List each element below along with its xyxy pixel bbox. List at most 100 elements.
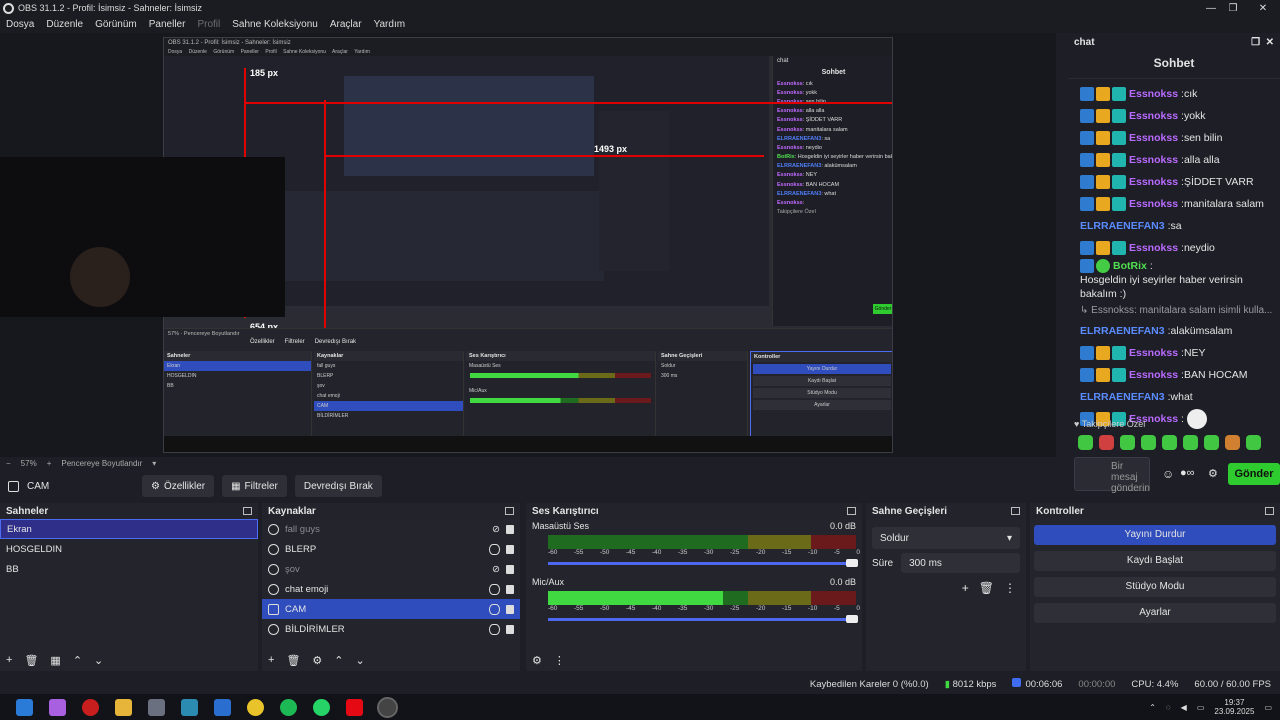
emote-icon[interactable] <box>1099 435 1114 450</box>
lock-icon[interactable] <box>506 604 514 614</box>
volume-knob[interactable] <box>846 559 858 567</box>
source-row[interactable]: şov ⊘ <box>262 559 520 579</box>
settings-gear-icon[interactable]: ⚙ <box>1208 467 1218 480</box>
emote-icon[interactable] <box>1183 435 1198 450</box>
trash-icon[interactable]: 🗑 <box>24 654 38 667</box>
menu-dosya[interactable]: Dosya <box>6 19 34 30</box>
eye-hidden-icon[interactable]: ⊘ <box>492 564 500 575</box>
emote-icon[interactable] <box>1120 435 1135 450</box>
chat-username[interactable]: Essnokss <box>1129 197 1178 211</box>
properties-button[interactable]: ⚙ Özellikler <box>142 475 215 497</box>
eye-hidden-icon[interactable]: ⊘ <box>492 524 500 535</box>
chat-username[interactable]: Essnokss <box>1129 153 1178 167</box>
more-icon[interactable]: ⋮ <box>554 654 565 667</box>
add-icon[interactable]: + <box>962 581 969 595</box>
emote-icon[interactable] <box>1246 435 1261 450</box>
volume-slider[interactable] <box>548 559 858 567</box>
menu-gorunum[interactable]: Görünüm <box>95 19 137 30</box>
undock-icon[interactable] <box>847 507 856 515</box>
volume-knob[interactable] <box>846 615 858 623</box>
scene-item[interactable]: HOSGELDIN <box>0 539 258 559</box>
notification-icon[interactable]: ▭ <box>1264 703 1272 712</box>
undock-icon[interactable] <box>243 507 252 515</box>
eye-icon[interactable] <box>489 603 500 615</box>
trash-icon[interactable]: 🗑 <box>286 654 300 667</box>
chat-username[interactable]: Essnokss <box>1129 241 1178 255</box>
add-icon[interactable]: + <box>268 654 274 666</box>
fit-to-window[interactable]: Pencereye Boyutlandır <box>61 459 142 468</box>
emote-icon[interactable] <box>1162 435 1177 450</box>
eye-icon[interactable] <box>489 583 500 595</box>
spotify-icon[interactable] <box>280 698 297 716</box>
whatsapp-icon[interactable] <box>313 698 330 716</box>
app-icon[interactable] <box>148 698 165 716</box>
chat-username[interactable]: Essnokss <box>1129 87 1178 101</box>
undock-icon[interactable]: ❐ <box>1251 37 1260 48</box>
chat-username[interactable]: BotRix <box>1113 259 1147 273</box>
chat-messages[interactable]: Essnokss: cık Essnokss: yokk Essnokss: s… <box>1068 79 1280 430</box>
eye-icon[interactable] <box>489 623 500 635</box>
volume-slider[interactable] <box>548 615 858 623</box>
preview-canvas[interactable]: OBS 31.1.2 - Profil: İsimsiz - Sahneler:… <box>0 33 1056 457</box>
start-recording-button[interactable]: Kaydı Başlat <box>1034 551 1276 571</box>
undock-icon[interactable] <box>505 507 514 515</box>
app-icon[interactable] <box>181 698 198 716</box>
chat-username[interactable]: Essnokss <box>1129 346 1178 360</box>
chat-username[interactable]: ELRRAENEFAN3 <box>1080 324 1165 338</box>
source-row[interactable]: chat emoji <box>262 579 520 599</box>
lock-icon[interactable] <box>506 524 514 534</box>
transition-select[interactable]: Soldur ▾ <box>872 527 1020 549</box>
chat-username[interactable]: Essnokss <box>1129 131 1178 145</box>
chat-input[interactable]: Bir mesaj gönderin <box>1074 457 1150 494</box>
studio-mode-button[interactable]: Stüdyo Modu <box>1034 577 1276 597</box>
chat-username[interactable]: Essnokss <box>1129 109 1178 123</box>
obs-taskbar-icon[interactable] <box>377 696 398 718</box>
lock-icon[interactable] <box>506 564 514 574</box>
source-row[interactable]: fall guys ⊘ <box>262 519 520 539</box>
move-down-icon[interactable]: ⌄ <box>356 654 365 667</box>
menu-sahne-koleksiyonu[interactable]: Sahne Koleksiyonu <box>232 19 318 30</box>
move-up-icon[interactable]: ⌃ <box>334 654 343 667</box>
undock-icon[interactable] <box>1265 507 1274 515</box>
lock-icon[interactable] <box>506 544 514 554</box>
duration-input[interactable]: 300 ms <box>901 553 1020 573</box>
advanced-audio-icon[interactable]: ⚙ <box>532 654 542 667</box>
close-icon[interactable]: ✕ <box>1246 0 1280 16</box>
chevron-down-icon[interactable]: ▾ <box>152 459 156 468</box>
add-icon[interactable]: + <box>6 654 12 666</box>
stop-stream-button[interactable]: Yayını Durdur <box>1034 525 1276 545</box>
start-icon[interactable] <box>16 698 33 716</box>
copilot-icon[interactable] <box>49 698 66 716</box>
netflix-icon[interactable] <box>346 698 363 716</box>
chat-username[interactable]: Essnokss <box>1129 175 1178 189</box>
zoom-in-icon[interactable]: + <box>47 459 52 468</box>
chat-username[interactable]: Essnokss <box>1129 368 1178 382</box>
clock[interactable]: 19:37 23.09.2025 <box>1214 698 1254 716</box>
settings-button[interactable]: Ayarlar <box>1034 603 1276 623</box>
menu-duzenle[interactable]: Düzenle <box>46 19 83 30</box>
restore-icon[interactable]: ❐ <box>1216 0 1250 16</box>
chat-username[interactable]: ELRRAENEFAN3 <box>1080 219 1165 233</box>
menu-yardim[interactable]: Yardım <box>374 19 406 30</box>
app-icon[interactable] <box>214 698 231 716</box>
opera-icon[interactable] <box>82 698 99 716</box>
scene-item[interactable]: Ekran <box>0 519 258 539</box>
emote-icon[interactable] <box>1204 435 1219 450</box>
menu-paneller[interactable]: Paneller <box>149 19 186 30</box>
folder-icon[interactable] <box>115 698 132 716</box>
emote-icon[interactable] <box>1141 435 1156 450</box>
emoji-picker-icon[interactable]: ☺ <box>1162 467 1174 481</box>
volume-icon[interactable]: ◀ <box>1181 703 1187 712</box>
lock-icon[interactable] <box>506 584 514 594</box>
more-icon[interactable]: ⋮ <box>1004 581 1016 595</box>
network-icon[interactable]: ◌ <box>1166 703 1171 712</box>
move-down-icon[interactable]: ⌄ <box>94 654 103 667</box>
send-button[interactable]: Gönder <box>1228 463 1280 485</box>
undock-icon[interactable] <box>1011 507 1020 515</box>
emote-icon[interactable] <box>1078 435 1093 450</box>
lock-icon[interactable] <box>506 624 514 634</box>
move-up-icon[interactable]: ⌃ <box>73 654 82 667</box>
source-row[interactable]: BİLDİRİMLER <box>262 619 520 639</box>
source-row[interactable]: CAM <box>262 599 520 619</box>
gear-icon[interactable]: ⚙ <box>312 654 322 667</box>
